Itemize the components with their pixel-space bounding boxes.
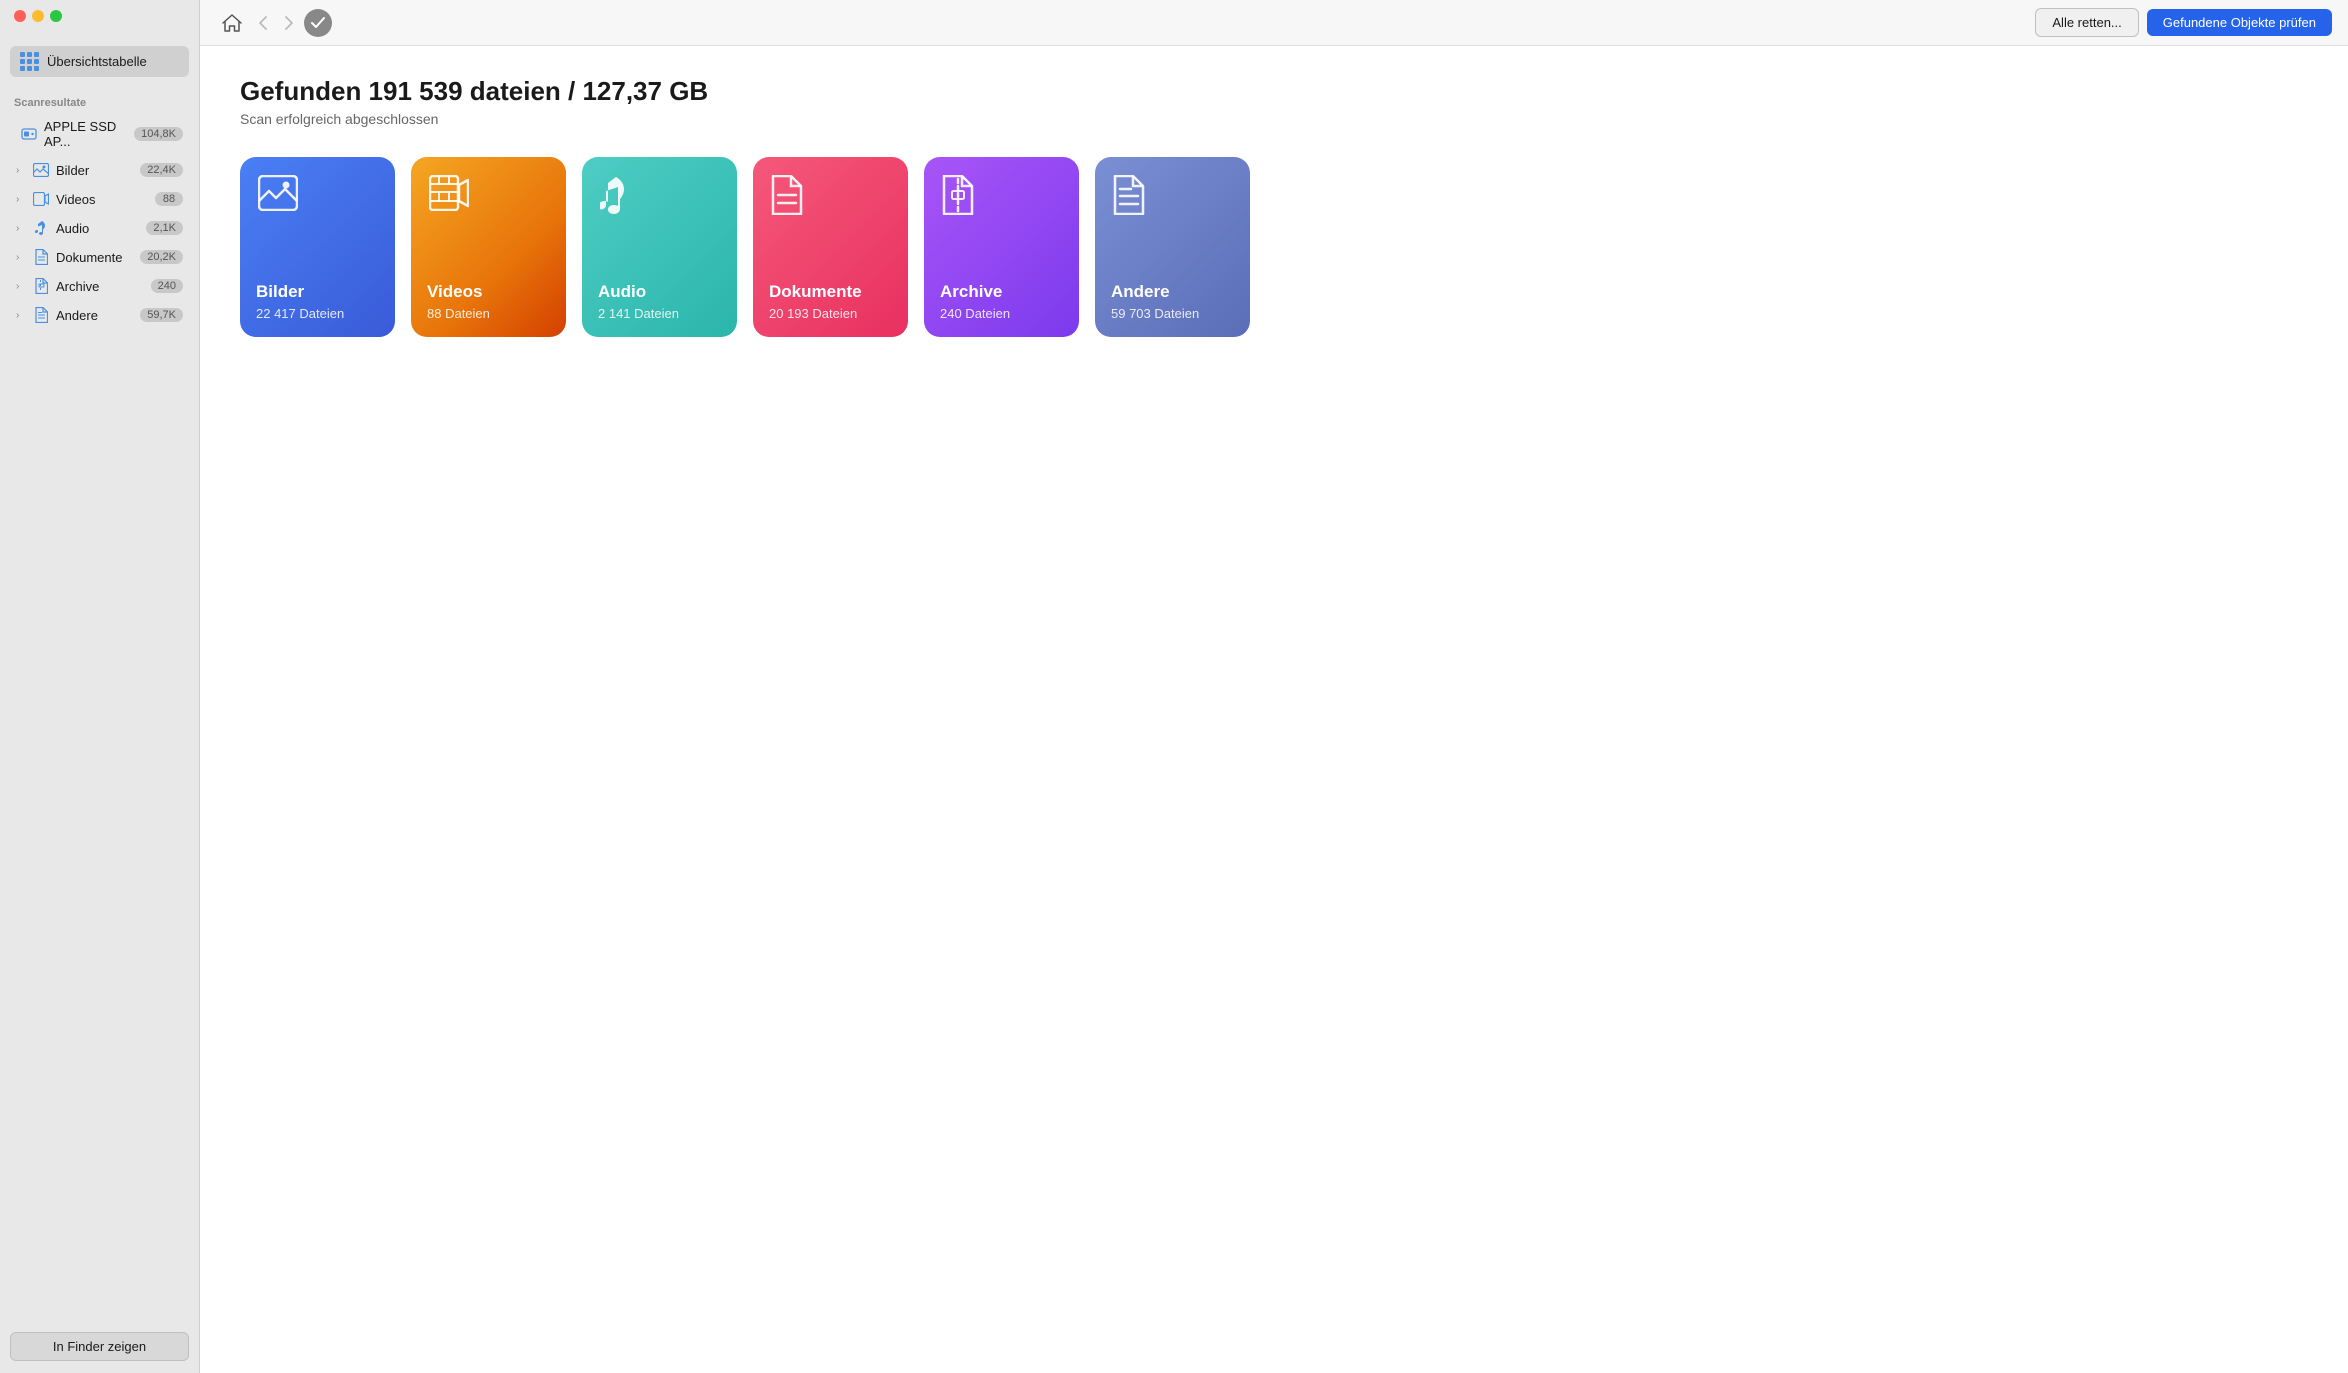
ssd-label: APPLE SSD AP... (44, 119, 134, 149)
close-button[interactable] (14, 10, 26, 22)
audio-label: Audio (56, 221, 146, 236)
andere-card-icon (1113, 175, 1145, 224)
chevron-icon: › (16, 310, 28, 321)
sidebar-item-dokumente[interactable]: › Dokumente 20,2K (6, 243, 193, 271)
toolbar-nav (216, 9, 332, 37)
bilder-card-icon (258, 175, 298, 220)
minimize-button[interactable] (32, 10, 44, 22)
videos-label: Videos (56, 192, 155, 207)
andere-badge: 59,7K (140, 308, 183, 322)
finder-button[interactable]: In Finder zeigen (10, 1332, 189, 1361)
andere-card-name: Andere (1111, 282, 1234, 302)
bilder-card-name: Bilder (256, 282, 379, 302)
toolbar: Alle retten... Gefundene Objekte prüfen (200, 0, 2348, 46)
archive-card-count: 240 Dateien (940, 306, 1063, 321)
sidebar-item-archive[interactable]: › Archive 240 (6, 272, 193, 300)
audio-badge: 2,1K (146, 221, 183, 235)
dokumente-icon (32, 248, 50, 266)
back-button[interactable] (252, 11, 274, 35)
cards-grid: Bilder 22 417 Dateien (240, 157, 2308, 337)
chevron-icon: › (16, 252, 28, 263)
card-dokumente[interactable]: Dokumente 20 193 Dateien (753, 157, 908, 337)
card-audio[interactable]: Audio 2 141 Dateien (582, 157, 737, 337)
card-andere[interactable]: Andere 59 703 Dateien (1095, 157, 1250, 337)
forward-button[interactable] (278, 11, 300, 35)
archive-card-name: Archive (940, 282, 1063, 302)
dokumente-card-count: 20 193 Dateien (769, 306, 892, 321)
archive-label: Archive (56, 279, 151, 294)
audio-card-name: Audio (598, 282, 721, 302)
alle-retten-button[interactable]: Alle retten... (2035, 8, 2138, 37)
maximize-button[interactable] (50, 10, 62, 22)
overview-button[interactable]: Übersichtstabelle (10, 46, 189, 77)
audio-icon (32, 219, 50, 237)
grid-icon (20, 52, 39, 71)
videos-icon (32, 190, 50, 208)
dokumente-badge: 20,2K (140, 250, 183, 264)
check-circle (304, 9, 332, 37)
scanresultate-label: Scanresultate (0, 87, 199, 113)
sidebar-item-audio[interactable]: › Audio 2,1K (6, 214, 193, 242)
sidebar: Übersichtstabelle Scanresultate APPLE SS… (0, 0, 200, 1373)
main-subtitle: Scan erfolgreich abgeschlossen (240, 111, 2308, 127)
archive-card-icon (942, 175, 974, 224)
drive-icon (20, 125, 38, 143)
sidebar-items: › Bilder 22,4K › Videos 88 (0, 155, 199, 1320)
videos-card-icon (429, 175, 469, 220)
bilder-icon (32, 161, 50, 179)
archive-badge: 240 (151, 279, 183, 293)
videos-badge: 88 (155, 192, 183, 206)
sidebar-item-ssd[interactable]: APPLE SSD AP... 104,8K (6, 114, 193, 154)
sidebar-item-bilder[interactable]: › Bilder 22,4K (6, 156, 193, 184)
dokumente-label: Dokumente (56, 250, 140, 265)
andere-label: Andere (56, 308, 140, 323)
andere-icon (32, 306, 50, 324)
main-title: Gefunden 191 539 dateien / 127,37 GB (240, 76, 2308, 107)
audio-card-icon (600, 175, 628, 224)
bilder-label: Bilder (56, 163, 140, 178)
chevron-icon: › (16, 194, 28, 205)
dokumente-card-name: Dokumente (769, 282, 892, 302)
ssd-badge: 104,8K (134, 127, 183, 141)
chevron-icon: › (16, 223, 28, 234)
sidebar-footer: In Finder zeigen (0, 1320, 199, 1373)
andere-card-count: 59 703 Dateien (1111, 306, 1234, 321)
chevron-icon: › (16, 281, 28, 292)
card-bilder[interactable]: Bilder 22 417 Dateien (240, 157, 395, 337)
dokumente-card-icon (771, 175, 803, 224)
card-videos[interactable]: Videos 88 Dateien (411, 157, 566, 337)
sidebar-item-andere[interactable]: › Andere 59,7K (6, 301, 193, 329)
content-area: Gefunden 191 539 dateien / 127,37 GB Sca… (200, 46, 2348, 1373)
main-content: Alle retten... Gefundene Objekte prüfen … (200, 0, 2348, 1373)
sidebar-header: Übersichtstabelle (0, 32, 199, 87)
card-archive[interactable]: Archive 240 Dateien (924, 157, 1079, 337)
bilder-badge: 22,4K (140, 163, 183, 177)
videos-card-count: 88 Dateien (427, 306, 550, 321)
chevron-icon: › (16, 165, 28, 176)
audio-card-count: 2 141 Dateien (598, 306, 721, 321)
videos-card-name: Videos (427, 282, 550, 302)
archive-icon (32, 277, 50, 295)
bilder-card-count: 22 417 Dateien (256, 306, 379, 321)
traffic-lights (0, 0, 199, 32)
home-button[interactable] (216, 10, 248, 36)
sidebar-item-videos[interactable]: › Videos 88 (6, 185, 193, 213)
overview-label: Übersichtstabelle (47, 54, 147, 69)
gefundene-objekte-button[interactable]: Gefundene Objekte prüfen (2147, 9, 2332, 36)
